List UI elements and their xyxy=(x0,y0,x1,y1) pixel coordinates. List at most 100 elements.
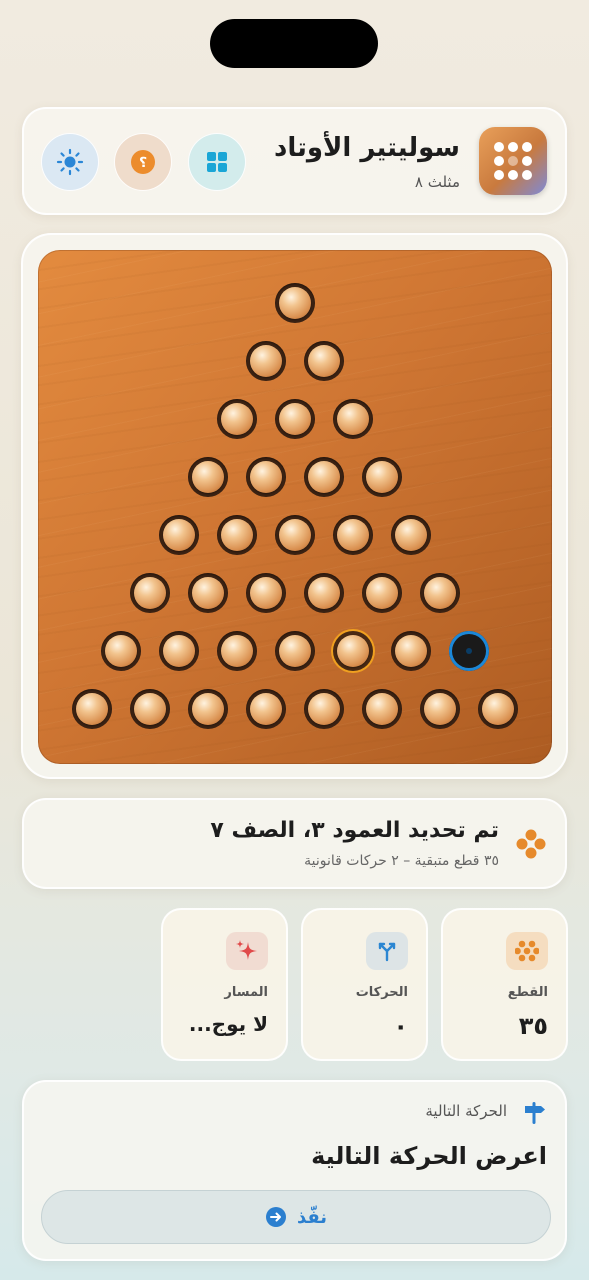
peg[interactable] xyxy=(279,519,311,551)
help-icon: ؟ xyxy=(131,150,155,174)
peg[interactable] xyxy=(250,345,282,377)
board-hole[interactable] xyxy=(391,631,431,671)
peg[interactable] xyxy=(366,577,398,609)
board-hole[interactable] xyxy=(420,689,460,729)
peg[interactable] xyxy=(221,403,253,435)
peg[interactable] xyxy=(192,693,224,725)
board-hole[interactable] xyxy=(246,689,286,729)
board-hole[interactable] xyxy=(159,631,199,671)
board-hole[interactable] xyxy=(188,573,228,613)
board-hole[interactable] xyxy=(72,689,112,729)
stat-moves: الحركات ٠ xyxy=(301,908,428,1061)
pegs-icon xyxy=(516,829,546,859)
peg[interactable] xyxy=(221,635,253,667)
sun-icon xyxy=(56,148,84,176)
selected-peg[interactable] xyxy=(337,635,369,667)
peg[interactable] xyxy=(279,287,311,319)
stat-pieces-value: ٣٥ xyxy=(518,1012,548,1040)
board-hole[interactable] xyxy=(304,457,344,497)
honeycomb-icon xyxy=(515,940,539,962)
peg[interactable] xyxy=(134,693,166,725)
peg[interactable] xyxy=(279,635,311,667)
peg[interactable] xyxy=(424,577,456,609)
page-title: سوليتير الأوتاد xyxy=(274,133,460,163)
peg[interactable] xyxy=(424,693,456,725)
svg-text:؟: ؟ xyxy=(139,155,147,171)
board-hole[interactable] xyxy=(246,573,286,613)
board-hole[interactable] xyxy=(391,515,431,555)
board-hole[interactable] xyxy=(362,457,402,497)
peg[interactable] xyxy=(308,577,340,609)
board-hole[interactable] xyxy=(130,689,170,729)
peg[interactable] xyxy=(366,693,398,725)
board-hole[interactable] xyxy=(333,399,373,439)
peg[interactable] xyxy=(308,461,340,493)
peg[interactable] xyxy=(250,577,282,609)
board-hole[interactable] xyxy=(362,573,402,613)
peg[interactable] xyxy=(308,693,340,725)
peg[interactable] xyxy=(192,461,224,493)
board-hole[interactable] xyxy=(333,631,373,671)
execute-button[interactable]: نفّذ xyxy=(41,1190,551,1244)
peg[interactable] xyxy=(337,403,369,435)
board-hole[interactable] xyxy=(275,631,315,671)
board-hole[interactable] xyxy=(130,573,170,613)
peg[interactable] xyxy=(279,403,311,435)
peg[interactable] xyxy=(163,519,195,551)
layouts-button[interactable] xyxy=(188,133,246,191)
peg[interactable] xyxy=(250,693,282,725)
peg[interactable] xyxy=(76,693,108,725)
dynamic-island xyxy=(210,19,378,68)
board-hole[interactable] xyxy=(478,689,518,729)
arrow-circle-icon xyxy=(265,1207,286,1227)
board-variant: مثلث ٨ xyxy=(414,173,460,191)
board-hole[interactable] xyxy=(217,515,257,555)
peg[interactable] xyxy=(134,577,166,609)
theme-button[interactable] xyxy=(41,133,99,191)
peg[interactable] xyxy=(395,519,427,551)
board-hole[interactable] xyxy=(246,457,286,497)
board-hole[interactable] xyxy=(304,689,344,729)
board-hole[interactable] xyxy=(420,573,460,613)
stat-path-label: المسار xyxy=(224,985,268,1000)
board-hole[interactable] xyxy=(304,573,344,613)
execute-button-label: نفّذ xyxy=(296,1206,328,1228)
board-hole[interactable] xyxy=(275,283,315,323)
target-hole[interactable] xyxy=(449,631,489,671)
board-hole[interactable] xyxy=(101,631,141,671)
board-hole[interactable] xyxy=(188,457,228,497)
peg[interactable] xyxy=(366,461,398,493)
board-hole[interactable] xyxy=(362,689,402,729)
peg[interactable] xyxy=(308,345,340,377)
board-hole[interactable] xyxy=(246,341,286,381)
peg[interactable] xyxy=(221,519,253,551)
stat-path: المسار لا يوج... xyxy=(161,908,288,1061)
peg[interactable] xyxy=(163,635,195,667)
stat-pieces-label: القطع xyxy=(507,985,548,1000)
peg[interactable] xyxy=(192,577,224,609)
sparkles-icon xyxy=(236,940,257,960)
board-hole[interactable] xyxy=(217,399,257,439)
board-hole[interactable] xyxy=(275,515,315,555)
moves-badge xyxy=(366,932,408,970)
next-move-title: اعرض الحركة التالية xyxy=(311,1142,547,1170)
header-card: سوليتير الأوتاد مثلث ٨ ؟ xyxy=(22,107,567,215)
help-button[interactable]: ؟ xyxy=(114,133,172,191)
board-hole[interactable] xyxy=(304,341,344,381)
board-hole[interactable] xyxy=(217,631,257,671)
peg[interactable] xyxy=(250,461,282,493)
peg[interactable] xyxy=(105,635,137,667)
signpost-icon xyxy=(525,1102,545,1124)
peg[interactable] xyxy=(395,635,427,667)
stat-moves-label: الحركات xyxy=(355,985,408,1000)
pieces-badge xyxy=(506,932,548,970)
board-hole[interactable] xyxy=(188,689,228,729)
board-hole[interactable] xyxy=(275,399,315,439)
peg[interactable] xyxy=(337,519,369,551)
board-card xyxy=(21,233,568,779)
next-move-card: الحركة التالية اعرض الحركة التالية نفّذ xyxy=(22,1080,567,1261)
board-hole[interactable] xyxy=(333,515,373,555)
peg[interactable] xyxy=(482,693,514,725)
branch-icon xyxy=(378,942,396,962)
board-hole[interactable] xyxy=(159,515,199,555)
